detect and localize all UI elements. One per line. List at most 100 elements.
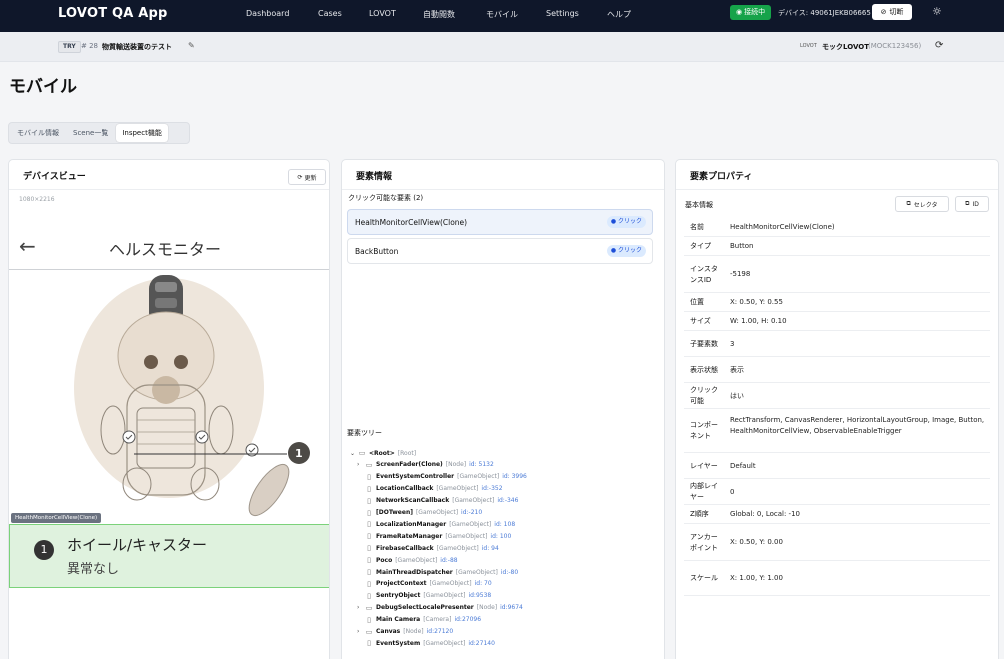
tree-node[interactable]: ▯ Main Camera [Camera] id:27096 <box>357 614 481 626</box>
property-value: 3 <box>730 339 735 348</box>
nav-cases[interactable]: Cases <box>318 9 342 18</box>
property-value: W: 1.00, H: 0.10 <box>730 317 787 325</box>
chevron-right-icon[interactable]: › <box>357 604 362 611</box>
tree-node-name: ProjectContext <box>376 580 427 588</box>
tree-node[interactable]: ▯ LocalizationManager [GameObject] id: 108 <box>357 518 515 530</box>
tree-node-type: [GameObject] <box>429 580 472 588</box>
tree-node[interactable]: ▯ Poco [GameObject] id:-88 <box>357 554 458 566</box>
tree-node[interactable]: ▯ EventSystem [GameObject] id:27140 <box>357 637 495 649</box>
tree-node-name: LocalizationManager <box>376 520 447 528</box>
tree-node-id: id: 5132 <box>469 461 494 469</box>
tree-node-id: id:-210 <box>461 509 483 516</box>
theme-toggle-icon[interactable]: ☼ <box>932 5 942 18</box>
app-brand[interactable]: LOVOT QA App <box>58 6 168 21</box>
tree-node[interactable]: ▯ MainThreadDispatcher [GameObject] id:-80 <box>357 566 518 578</box>
tree-node-name: [DOTween] <box>376 509 413 516</box>
tree-node[interactable]: ▯ FirebaseCallback [GameObject] id: 94 <box>357 542 499 554</box>
tree-node-id: id: 100 <box>490 532 512 540</box>
tree-node-type: [Root] <box>397 449 417 457</box>
tree-node-type: [Camera] <box>423 616 452 624</box>
property-key: 内部レイヤー <box>690 482 718 501</box>
properties-panel: 要素プロパティ 基本情報 ⧉ セレクタ ⧉ ID 名前 HealthMonitor… <box>675 159 999 659</box>
clickable-item[interactable]: BackButton ● クリック <box>347 238 653 264</box>
chevron-right-icon[interactable]: › <box>357 461 362 468</box>
wifi-icon: ◉ <box>736 8 743 16</box>
basic-info-heading: 基本情報 <box>685 201 713 209</box>
folder-icon: ▭ <box>365 627 373 636</box>
tree-node[interactable]: ▯ EventSystemController [GameObject] id: 39… <box>357 471 527 483</box>
clickable-heading: クリック可能な要素 (2) <box>348 194 424 202</box>
property-row: 内部レイヤー 0 <box>684 479 990 505</box>
health-monitor-cell[interactable]: 1 ホイール/キャスター 異常なし <box>9 524 329 588</box>
tree-node[interactable]: ▯ SentryObject [GameObject] id:9538 <box>357 590 491 602</box>
tree-node-name: NetworkScanCallback <box>376 497 450 505</box>
property-value: 表示 <box>730 365 744 374</box>
copy-selector-button[interactable]: ⧉ セレクタ <box>895 196 949 212</box>
property-key: コンポーネント <box>690 421 718 440</box>
property-row: Z順序 Global: 0, Local: -10 <box>684 505 990 524</box>
tab-scene-list[interactable]: Scene一覧 <box>67 124 114 142</box>
tree-node-name: EventSystemController <box>376 473 455 481</box>
device-refresh-button[interactable]: ⟳ 更新 <box>288 169 326 185</box>
tree-heading: 要素ツリー <box>347 429 382 437</box>
property-row: タイプ Button <box>684 237 990 256</box>
properties-title: 要素プロパティ <box>690 172 753 182</box>
disconnect-button[interactable]: ⊘ 切断 <box>872 4 912 20</box>
file-icon: ▯ <box>367 532 371 541</box>
nav-dashboard[interactable]: Dashboard <box>246 9 289 18</box>
property-value: はい <box>730 391 744 400</box>
copy-icon: ⧉ <box>965 200 970 207</box>
tree-node[interactable]: ▯ [DOTween] [GameObject] id:-210 <box>357 507 482 519</box>
clickable-item[interactable]: HealthMonitorCellView(Clone) ● クリック <box>347 209 653 235</box>
copy-icon: ⧉ <box>906 200 911 207</box>
click-badge-label: クリック <box>617 247 642 254</box>
connection-status-label: 接続中 <box>744 8 766 16</box>
chevron-down-icon[interactable]: ⌄ <box>350 450 355 457</box>
folder-icon: ▭ <box>358 449 366 457</box>
badge-number: 1 <box>295 447 303 460</box>
tree-node-id: id:-352 <box>481 485 503 493</box>
nav-settings[interactable]: Settings <box>546 9 579 18</box>
tree-node[interactable]: ▯ FrameRateManager [GameObject] id: 100 <box>357 530 511 542</box>
tree-node[interactable]: ▯ ProjectContext [GameObject] id: 70 <box>357 578 492 590</box>
file-icon: ▯ <box>367 556 371 565</box>
back-arrow-icon[interactable]: ← <box>19 234 36 258</box>
tree-node[interactable]: ⌄ ▭ <Root> [Root] <box>350 447 419 459</box>
tree-node-name: LocationCallback <box>376 485 434 493</box>
tab-inspect[interactable]: Inspect機能 <box>116 124 168 142</box>
tree-node-type: [GameObject] <box>455 568 498 576</box>
refresh-icon[interactable]: ⟳ <box>935 40 943 51</box>
edit-icon[interactable]: ✎ <box>188 41 195 50</box>
lovot-label: LOVOT <box>800 43 817 49</box>
property-row: インスタンスID -5198 <box>684 256 990 293</box>
mobile-tabs: モバイル情報 Scene一覧 Inspect機能 <box>8 122 190 144</box>
tree-node-id: id:-346 <box>497 497 519 505</box>
copy-id-label: ID <box>972 200 979 208</box>
tree-node[interactable]: › ▭ Canvas [Node] id:27120 <box>357 626 453 638</box>
tree-node[interactable]: ▯ NetworkScanCallback [GameObject] id:-346 <box>357 495 518 507</box>
chevron-right-icon[interactable]: › <box>357 628 362 635</box>
nav-mobile[interactable]: モバイル <box>486 9 518 20</box>
file-icon: ▯ <box>367 472 371 481</box>
tree-node-id: id:27096 <box>454 616 482 624</box>
connection-status-badge: ◉ 接続中 <box>730 5 772 20</box>
device-screen[interactable]: ← ヘルスモニター 1 HealthMonitorCellView(Clone)… <box>9 208 329 659</box>
tree-node-type: [Node] <box>476 604 498 612</box>
copy-id-button[interactable]: ⧉ ID <box>955 196 989 212</box>
click-badge-label: クリック <box>617 218 642 225</box>
tree-node-type: [GameObject] <box>436 485 479 493</box>
property-row: 位置 X: 0.50, Y: 0.55 <box>684 293 990 312</box>
tree-node[interactable]: › ▭ DebugSelectLocalePresenter [Node] id:967… <box>357 602 523 614</box>
disconnect-label: 切断 <box>889 8 904 16</box>
property-key: レイヤー <box>690 461 718 470</box>
nav-lovot[interactable]: LOVOT <box>369 9 396 18</box>
nav-auto[interactable]: 自動閲数 <box>423 9 455 20</box>
property-key: スケール <box>690 574 718 582</box>
nav-help[interactable]: ヘルプ <box>607 9 631 20</box>
tab-mobile-info[interactable]: モバイル情報 <box>11 124 65 142</box>
tree-node-id: id:27140 <box>468 639 495 647</box>
tree-node[interactable]: ▯ LocationCallback [GameObject] id:-352 <box>357 483 503 495</box>
tree-node[interactable]: › ▭ ScreenFader(Clone) [Node] id: 5132 <box>357 459 494 471</box>
property-value: -5198 <box>730 270 751 278</box>
wifi-off-icon: ⊘ <box>880 8 887 16</box>
